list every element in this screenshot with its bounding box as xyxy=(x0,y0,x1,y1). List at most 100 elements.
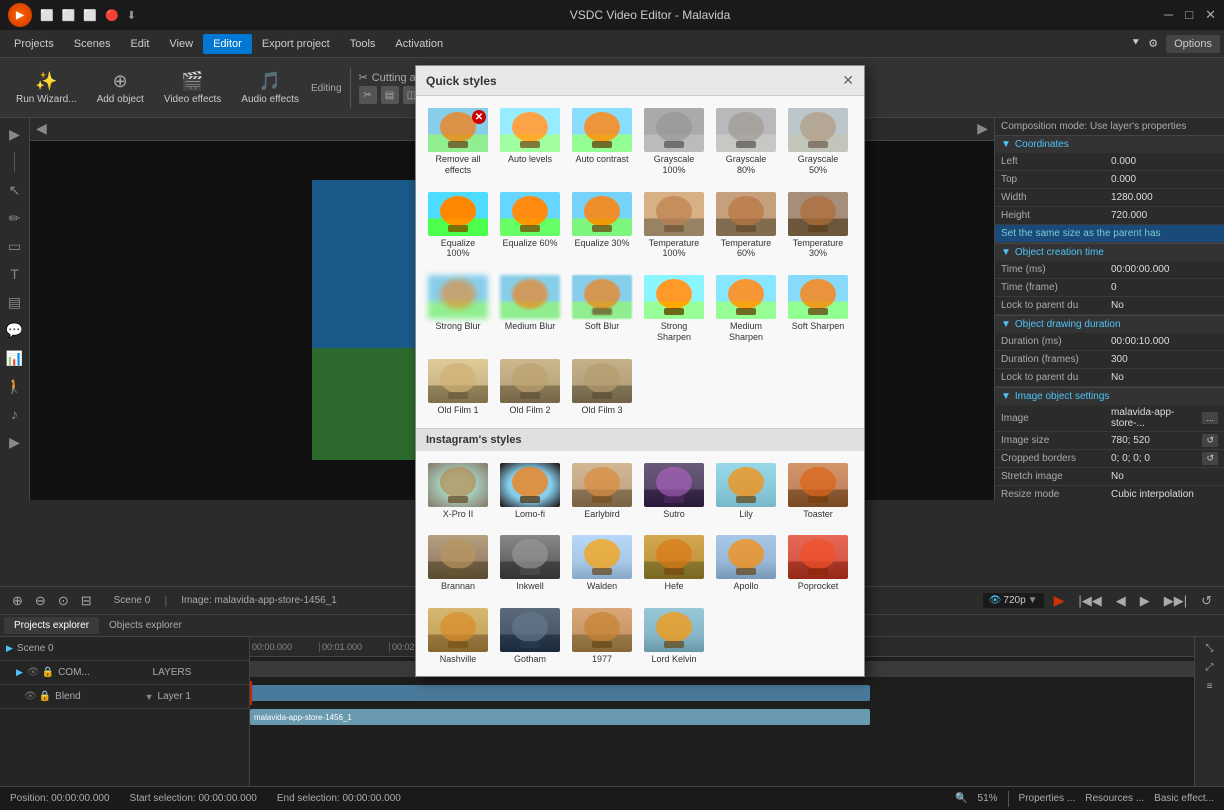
qs-old-film-3[interactable]: Old Film 3 xyxy=(568,355,636,420)
cut-tool-1[interactable]: ✂ xyxy=(359,86,377,104)
sidebar-shape-icon[interactable]: ▭ xyxy=(3,234,27,258)
creation-time-header[interactable]: ▼ Object creation time xyxy=(995,244,1224,261)
options-button[interactable]: Options xyxy=(1166,35,1220,53)
sidebar-cursor-icon[interactable]: ↖ xyxy=(3,178,27,202)
qs-apollo[interactable]: Apollo xyxy=(712,531,780,596)
menu-view[interactable]: View xyxy=(159,34,203,54)
menu-export[interactable]: Export project xyxy=(252,34,340,54)
tl-forward-button[interactable]: ▶ xyxy=(1136,591,1154,611)
qs-lomo-fi[interactable]: Lomo-fi xyxy=(496,459,564,524)
qs-equalize-30[interactable]: Equalize 30% xyxy=(568,188,636,264)
tl-play-button[interactable]: ▶ xyxy=(1050,590,1069,611)
sidebar-text-icon[interactable]: T xyxy=(3,262,27,286)
menu-editor[interactable]: Editor xyxy=(203,34,252,54)
tl-remove-button[interactable]: ⊖ xyxy=(31,591,50,611)
qs-temp-100[interactable]: Temperature 100% xyxy=(640,188,708,264)
qs-brannan[interactable]: Brannan xyxy=(424,531,492,596)
minimize-button[interactable]: ─ xyxy=(1164,7,1173,23)
qs-remove-all[interactable]: ✕ Remove all effects xyxy=(424,104,492,180)
qs-lily[interactable]: Lily xyxy=(712,459,780,524)
tl-lock-button[interactable]: ⊙ xyxy=(54,591,73,611)
qs-grayscale-80[interactable]: Grayscale 80% xyxy=(712,104,780,180)
qs-inkwell[interactable]: Inkwell xyxy=(496,531,564,596)
sidebar-speech-icon[interactable]: 💬 xyxy=(3,318,27,342)
expand-arrow[interactable]: ▶ xyxy=(6,643,13,654)
qs-lord-kelvin[interactable]: Lord Kelvin xyxy=(640,604,708,669)
coordinates-header[interactable]: ▼ Coordinates xyxy=(995,136,1224,153)
tl-loop-button[interactable]: ↺ xyxy=(1197,591,1216,611)
quick-styles-scroll[interactable]: ✕ Remove all effects Auto levels Auto co… xyxy=(416,96,864,676)
qs-grayscale-50[interactable]: Grayscale 50% xyxy=(784,104,852,180)
image-size-button[interactable]: ↺ xyxy=(1202,434,1218,447)
qs-soft-blur[interactable]: Soft Blur xyxy=(568,271,636,347)
cropped-button[interactable]: ↺ xyxy=(1202,452,1218,465)
tl-add-button[interactable]: ⊕ xyxy=(8,591,27,611)
run-wizard-button[interactable]: ✨ Run Wizard... xyxy=(8,67,85,109)
qs-strong-sharpen[interactable]: Strong Sharpen xyxy=(640,271,708,347)
sidebar-music-icon[interactable]: ♪ xyxy=(3,402,27,426)
qs-medium-blur[interactable]: Medium Blur xyxy=(496,271,564,347)
qs-soft-sharpen[interactable]: Soft Sharpen xyxy=(784,271,852,347)
qs-toaster[interactable]: Toaster xyxy=(784,459,852,524)
tl-mute-button[interactable]: ⊟ xyxy=(77,591,96,611)
sidebar-walk-icon[interactable]: 🚶 xyxy=(3,374,27,398)
tl-skipback-button[interactable]: |◀◀ xyxy=(1074,591,1105,611)
qs-earlybird[interactable]: Earlybird xyxy=(568,459,636,524)
blend-eye-icon[interactable]: 👁 xyxy=(24,691,37,702)
sidebar-arrow-icon[interactable]: ▶ xyxy=(3,122,27,146)
projects-explorer-tab[interactable]: Projects explorer xyxy=(4,617,99,634)
qs-temp-60[interactable]: Temperature 60% xyxy=(712,188,780,264)
sidebar-pencil-icon[interactable]: ✏ xyxy=(3,206,27,230)
qs-gotham[interactable]: Gotham xyxy=(496,604,564,669)
menu-activation[interactable]: Activation xyxy=(385,34,453,54)
qs-equalize-60[interactable]: Equalize 60% xyxy=(496,188,564,264)
sidebar-subtitle-icon[interactable]: ▤ xyxy=(3,290,27,314)
qs-grayscale-100[interactable]: Grayscale 100% xyxy=(640,104,708,180)
menu-projects[interactable]: Projects xyxy=(4,34,64,54)
tl-back-button[interactable]: ◀ xyxy=(1112,591,1130,611)
basic-effects-tab[interactable]: Basic effect... xyxy=(1154,793,1214,804)
qs-equalize-100[interactable]: Equalize 100% xyxy=(424,188,492,264)
menu-scenes[interactable]: Scenes xyxy=(64,34,121,54)
track-eye-icon[interactable]: 👁 xyxy=(27,667,40,678)
qs-auto-levels[interactable]: Auto levels xyxy=(496,104,564,180)
audio-effects-button[interactable]: 🎵 Audio effects xyxy=(233,67,307,109)
image-settings-header[interactable]: ▼ Image object settings xyxy=(995,388,1224,405)
tl-skipfwd-button[interactable]: ▶▶| xyxy=(1160,591,1191,611)
image-browse-button[interactable]: ... xyxy=(1202,412,1218,424)
add-object-button[interactable]: ⊕ Add object xyxy=(89,67,152,109)
qs-old-film-2[interactable]: Old Film 2 xyxy=(496,355,564,420)
qs-medium-sharpen[interactable]: Medium Sharpen xyxy=(712,271,780,347)
qs-sutro[interactable]: Sutro xyxy=(640,459,708,524)
resources-tab[interactable]: Resources ... xyxy=(1085,793,1144,804)
com-expand[interactable]: ▶ xyxy=(16,667,23,678)
qs-xpro2[interactable]: X-Pro II xyxy=(424,459,492,524)
qs-walden[interactable]: Walden xyxy=(568,531,636,596)
blend-lock-icon[interactable]: 🔒 xyxy=(39,691,51,702)
resolution-selector[interactable]: 👁 720p ▼ xyxy=(983,593,1044,608)
sidebar-video-icon[interactable]: ▶ xyxy=(3,430,27,454)
menu-edit[interactable]: Edit xyxy=(120,34,159,54)
scroll-button[interactable]: ≡ xyxy=(1203,679,1217,694)
menu-tools[interactable]: Tools xyxy=(340,34,386,54)
objects-explorer-tab[interactable]: Objects explorer xyxy=(99,617,192,634)
properties-tab[interactable]: Properties ... xyxy=(1019,793,1076,804)
qs-hefe[interactable]: Hefe xyxy=(640,531,708,596)
cut-tool-2[interactable]: ▤ xyxy=(381,86,399,104)
maximize-button[interactable]: □ xyxy=(1185,7,1193,23)
quick-styles-close-button[interactable]: ✕ xyxy=(842,72,854,89)
qs-poprocket[interactable]: Poprocket xyxy=(784,531,852,596)
sidebar-chart-icon[interactable]: 📊 xyxy=(3,346,27,370)
qs-auto-contrast[interactable]: Auto contrast xyxy=(568,104,636,180)
zoom-out-button[interactable]: ⤡ xyxy=(1202,641,1218,656)
qs-1977[interactable]: 1977 xyxy=(568,604,636,669)
qs-nashville[interactable]: Nashville xyxy=(424,604,492,669)
nav-left[interactable]: ◀ xyxy=(36,120,47,137)
qs-old-film-1[interactable]: Old Film 1 xyxy=(424,355,492,420)
zoom-in-button[interactable]: ⤢ xyxy=(1202,660,1218,675)
nav-right[interactable]: ▶ xyxy=(977,120,988,137)
same-size-row[interactable]: Set the same size as the parent has xyxy=(995,225,1224,243)
blend-dropdown[interactable]: ▼ xyxy=(145,692,154,702)
drawing-duration-header[interactable]: ▼ Object drawing duration xyxy=(995,316,1224,333)
titlebar-controls[interactable]: ─ □ ✕ xyxy=(1164,7,1216,23)
